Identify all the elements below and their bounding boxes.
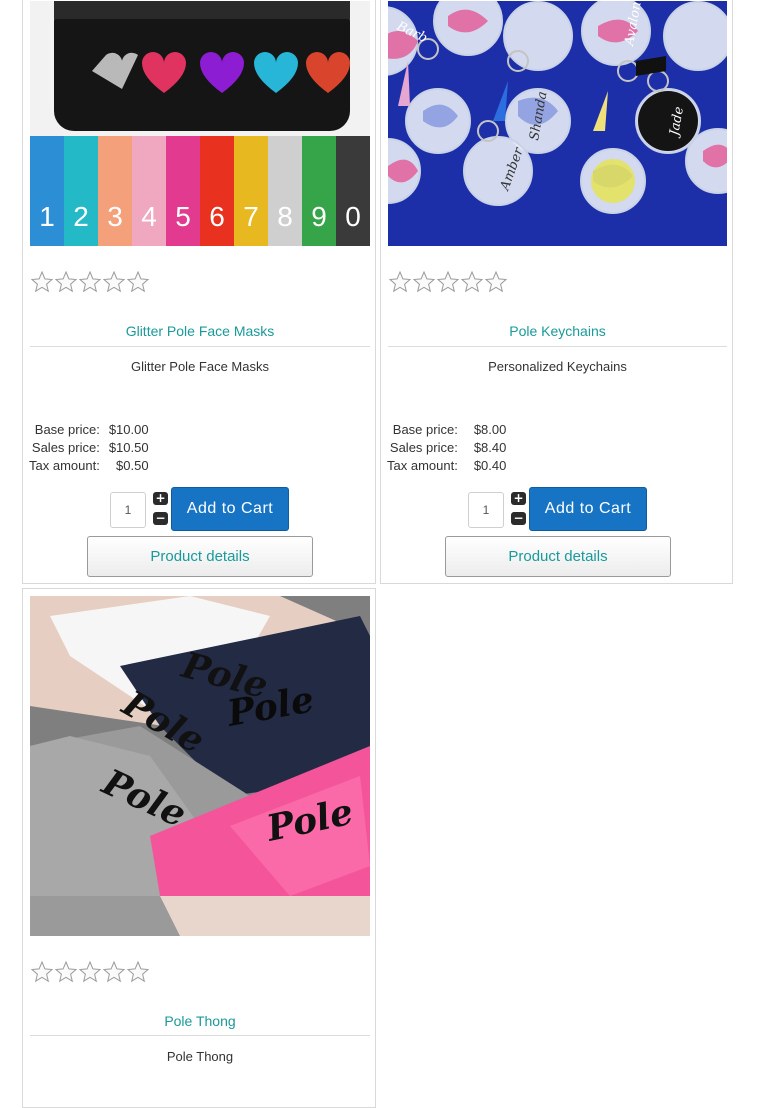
product-title-link[interactable]: Glitter Pole Face Masks: [30, 323, 370, 339]
product-image[interactable]: Pole Pole Pole Pole Pole: [30, 596, 370, 936]
swatch-number: 3: [107, 201, 123, 232]
swatch-number: 1: [39, 201, 55, 232]
star-outline-icon: [126, 270, 150, 293]
quantity-input[interactable]: [110, 492, 146, 528]
minus-icon[interactable]: −: [511, 512, 526, 525]
star-outline-icon: [54, 960, 78, 983]
product-title-link[interactable]: Pole Keychains: [388, 323, 727, 339]
rating-stars: [30, 270, 150, 294]
quantity-input[interactable]: [468, 492, 504, 528]
product-details-button[interactable]: Product details: [87, 536, 313, 577]
title-divider: [30, 346, 370, 347]
base-price-label: Base price:: [34, 422, 100, 437]
swatch-number: 9: [311, 201, 327, 232]
product-title-link[interactable]: Pole Thong: [30, 1013, 370, 1029]
sales-price-label: Sales price:: [389, 440, 458, 455]
sales-price-label: Sales price:: [31, 440, 100, 455]
tax-amount-value: $0.40: [473, 458, 507, 473]
star-outline-icon: [388, 270, 412, 293]
tax-amount-label: Tax amount:: [387, 458, 458, 473]
product-description: Pole Thong: [166, 1049, 234, 1064]
tax-amount-value: $0.50: [116, 458, 149, 473]
rating-stars: [30, 960, 150, 984]
swatch-number: 8: [277, 201, 293, 232]
product-card-keychains: Barb Amber Shanda Avalon Jade Pole Keych…: [380, 0, 733, 584]
swatch-number: 6: [209, 201, 225, 232]
star-outline-icon: [126, 960, 150, 983]
price-table: Base price: $10.00 Sales price: $10.50 Tax…: [29, 421, 149, 475]
product-description: Glitter Pole Face Masks: [131, 359, 269, 374]
star-outline-icon: [484, 270, 508, 293]
star-outline-icon: [78, 960, 102, 983]
star-outline-icon: [412, 270, 436, 293]
rating-stars: [388, 270, 508, 294]
star-outline-icon: [436, 270, 460, 293]
product-card-pole-thong: Pole Pole Pole Pole Pole Pole Thong Pole…: [22, 588, 376, 1108]
product-image[interactable]: Barb Amber Shanda Avalon Jade: [388, 1, 727, 246]
sales-price-value: $10.50: [108, 440, 149, 455]
star-outline-icon: [102, 960, 126, 983]
tax-amount-label: Tax amount:: [29, 458, 100, 473]
base-price-label: Base price:: [392, 422, 458, 437]
product-details-button[interactable]: Product details: [445, 536, 671, 577]
star-outline-icon: [78, 270, 102, 293]
product-image[interactable]: 1234567890: [30, 1, 370, 246]
plus-icon[interactable]: +: [153, 492, 168, 505]
star-outline-icon: [54, 270, 78, 293]
title-divider: [388, 346, 727, 347]
swatch-number: 4: [141, 201, 157, 232]
price-table: Base price: $8.00 Sales price: $8.40 Tax a…: [387, 421, 506, 475]
add-to-cart-button[interactable]: Add to Cart: [171, 487, 289, 531]
star-outline-icon: [30, 270, 54, 293]
minus-icon[interactable]: −: [153, 512, 168, 525]
swatch-number: 7: [243, 201, 259, 232]
star-outline-icon: [460, 270, 484, 293]
swatch-number: 5: [175, 201, 191, 232]
product-description: Personalized Keychains: [488, 359, 627, 374]
plus-icon[interactable]: +: [511, 492, 526, 505]
base-price-value: $10.00: [108, 422, 149, 437]
sales-price-value: $8.40: [473, 440, 507, 455]
base-price-value: $8.00: [473, 422, 507, 437]
star-outline-icon: [102, 270, 126, 293]
title-divider: [30, 1035, 370, 1036]
product-card-glitter-masks: 1234567890 Glitter Pole Face Masks Glitt…: [22, 0, 376, 584]
star-outline-icon: [30, 960, 54, 983]
swatch-number: 0: [345, 201, 361, 232]
add-to-cart-button[interactable]: Add to Cart: [529, 487, 647, 531]
swatch-number: 2: [73, 201, 89, 232]
